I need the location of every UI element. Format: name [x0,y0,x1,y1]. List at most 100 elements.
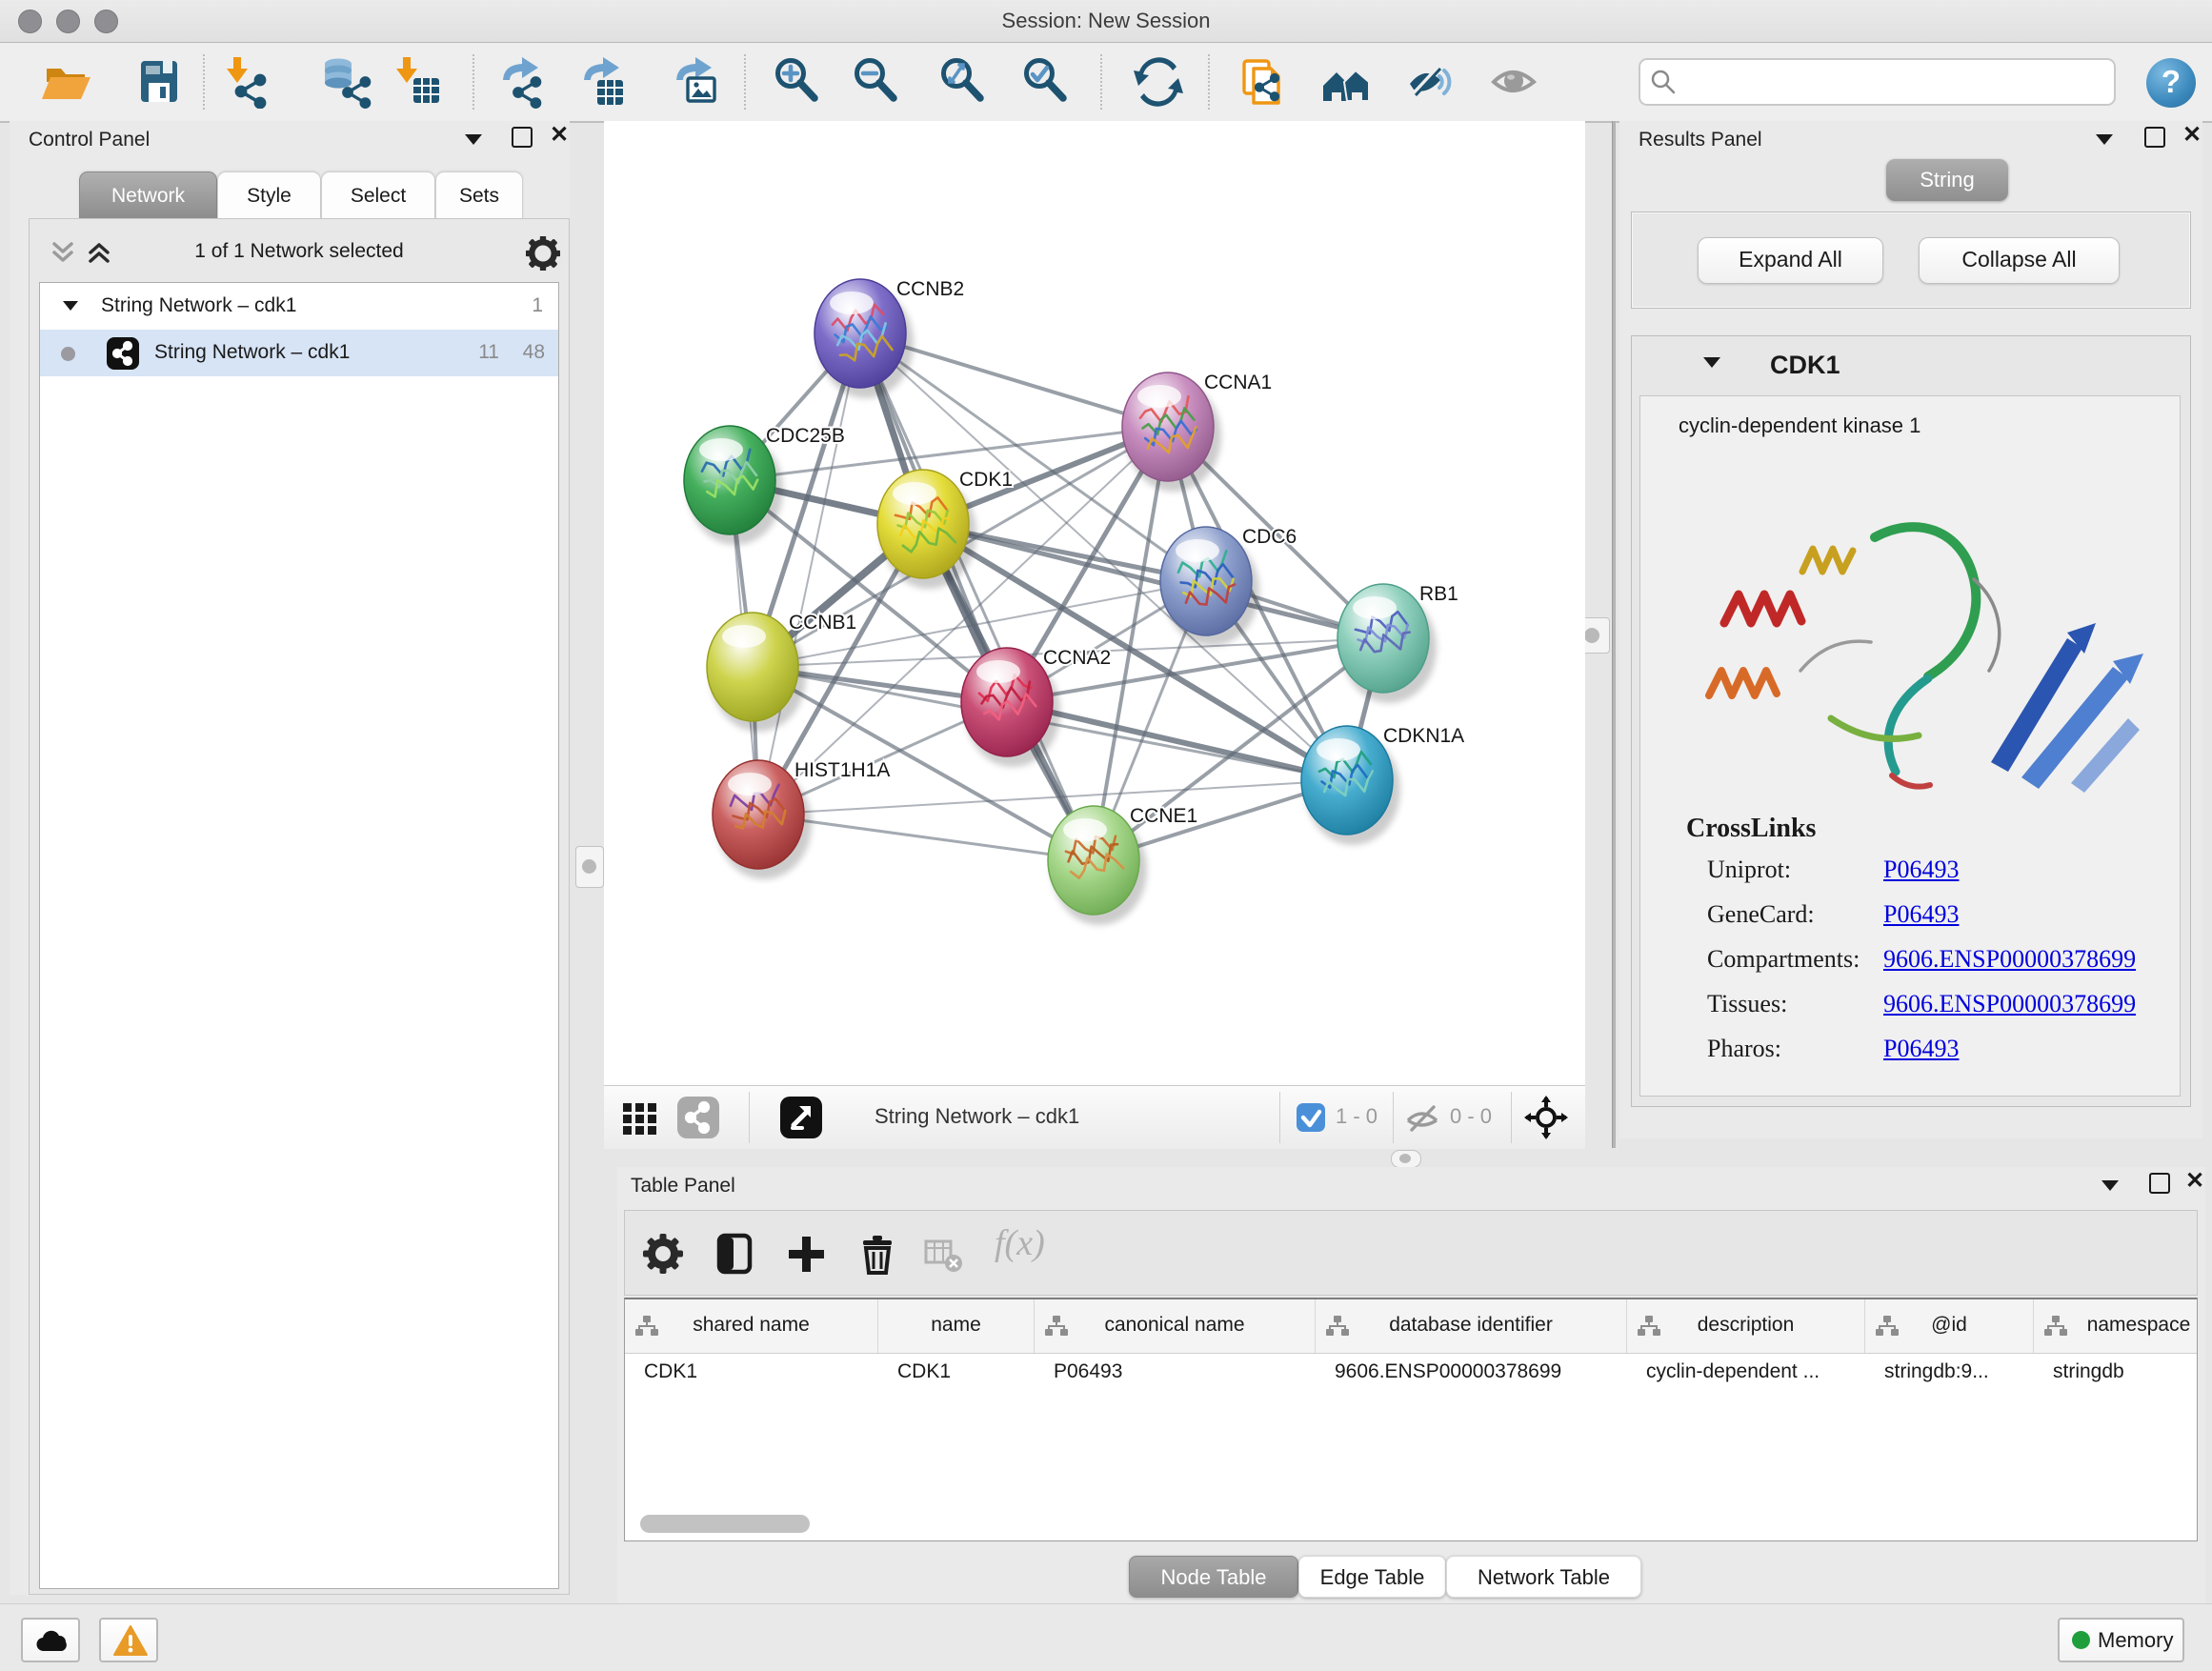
network-node-CCNA2[interactable]: CCNA2 [961,647,1111,767]
table-cell[interactable]: stringdb [2053,1360,2198,1383]
table-panel-float-icon[interactable] [2149,1173,2170,1194]
zoom-out-icon[interactable] [850,55,903,109]
home-icon[interactable] [1319,55,1373,109]
search-input[interactable] [1682,64,2105,98]
results-panel-close-icon[interactable]: ✕ [2182,127,2202,144]
tab-edge-table[interactable]: Edge Table [1298,1556,1446,1598]
control-panel-menu-icon[interactable] [465,134,482,145]
column-header-name[interactable]: name [878,1299,1035,1353]
network-canvas[interactable]: CCNB2CCNA1CDC25BCDK1CDC6RB1CCNB1CCNA2CDK… [604,121,1585,1085]
crosslink-value-link[interactable]: P06493 [1883,856,1959,884]
column-header-shared-name[interactable]: shared name [625,1299,878,1353]
birds-eye-view-icon[interactable] [779,1096,823,1139]
export-network-icon[interactable] [495,55,549,109]
export-image-icon[interactable] [669,55,722,109]
help-button[interactable]: ? [2146,58,2196,108]
node-details-box: CDK1 cyclin-dependent kinase 1 [1631,335,2191,1107]
cdk1-section-header[interactable]: CDK1 [1632,336,2190,393]
hide-graphics-details-icon[interactable] [1404,55,1458,109]
crosslink-row: Compartments:9606.ENSP00000378699 [1640,945,2180,990]
control-panel-float-icon[interactable] [512,127,533,148]
save-session-icon[interactable] [132,55,186,109]
section-collapse-icon[interactable] [1703,357,1720,368]
show-columns-icon[interactable] [713,1232,756,1276]
cytoscape-window: Session: New Session ? Control Panel ✕ N… [0,0,2212,1671]
crosslink-value-link[interactable]: 9606.ENSP00000378699 [1883,945,2136,974]
table-cell[interactable]: CDK1 [644,1360,875,1383]
column-header-database-identifier[interactable]: database identifier [1316,1299,1627,1353]
table-horizontal-scrollbar[interactable] [634,1515,2187,1534]
show-graphics-details-icon[interactable] [1489,55,1542,109]
string-view-icon[interactable] [676,1096,720,1139]
table-cell[interactable]: 9606.ENSP00000378699 [1335,1360,1623,1383]
cloud-icon [33,1626,71,1655]
network-node-CDKN1A[interactable]: CDKN1A [1301,725,1464,845]
column-header-description[interactable]: description [1627,1299,1865,1353]
tab-string[interactable]: String [1886,159,2008,201]
clone-network-icon[interactable] [1235,55,1288,109]
expand-collapse-bar: Expand All Collapse All [1631,211,2191,309]
crosslink-label: GeneCard: [1707,900,1815,929]
network-row[interactable]: String Network – cdk1 11 48 [40,330,558,376]
results-splitter[interactable] [1612,121,1616,1148]
network-node-RB1[interactable]: RB1 [1337,583,1458,703]
network-node-CCNE1[interactable]: CCNE1 [1048,805,1197,925]
memory-label: Memory [2098,1628,2173,1653]
table-cell[interactable]: stringdb:9... [1884,1360,2030,1383]
cloud-button[interactable] [21,1618,80,1662]
table-options-gear-icon[interactable] [641,1232,685,1276]
network-collection-row[interactable]: String Network – cdk1 1 [40,283,558,330]
column-header--id[interactable]: @id [1865,1299,2034,1353]
column-header-namespace[interactable]: namespace [2034,1299,2198,1353]
tab-select[interactable]: Select [321,171,435,219]
network-node-CCNB2[interactable]: CCNB2 [814,278,964,398]
left-splitter-handle[interactable] [575,846,604,888]
zoom-selected-icon[interactable] [1019,55,1073,109]
scrollbar-thumb[interactable] [640,1515,810,1533]
crosslink-value-link[interactable]: P06493 [1883,1035,1959,1063]
network-node-HIST1H1A[interactable]: HIST1H1A [713,759,890,879]
import-network-database-icon[interactable] [319,55,372,109]
delete-column-trash-icon[interactable] [855,1232,899,1276]
memory-button[interactable]: Memory [2058,1618,2184,1662]
selected-checkbox-icon[interactable] [1296,1102,1326,1133]
tab-style[interactable]: Style [217,171,321,219]
table-panel-close-icon[interactable]: ✕ [2185,1173,2204,1190]
table-cell[interactable]: P06493 [1054,1360,1312,1383]
import-network-file-icon[interactable] [220,55,273,109]
collapse-all-button[interactable]: Collapse All [1919,237,2120,284]
network-node-count: 11 [461,341,499,364]
results-panel-float-icon[interactable] [2144,127,2165,148]
table-cell[interactable]: CDK1 [897,1360,1031,1383]
fit-content-crosshair-icon[interactable] [1524,1096,1568,1139]
add-column-icon[interactable] [784,1232,828,1276]
warnings-button[interactable] [99,1618,158,1662]
bottom-splitter-handle[interactable] [1391,1150,1421,1168]
tab-network-table[interactable]: Network Table [1446,1556,1641,1598]
collection-expand-icon[interactable] [63,301,78,311]
refresh-icon[interactable] [1132,55,1185,109]
crosslink-value-link[interactable]: 9606.ENSP00000378699 [1883,990,2136,1018]
network-node-CDC6[interactable]: CDC6 [1160,526,1297,646]
table-cell[interactable]: cyclin-dependent ... [1646,1360,1861,1383]
expand-all-button[interactable]: Expand All [1698,237,1883,284]
grid-view-icon[interactable] [619,1097,661,1139]
crosslink-value-link[interactable]: P06493 [1883,900,1959,929]
zoom-in-icon[interactable] [771,55,824,109]
tab-node-table[interactable]: Node Table [1129,1556,1298,1598]
tab-sets[interactable]: Sets [435,171,523,219]
zoom-fit-icon[interactable] [936,55,990,109]
node-label-CCNB2: CCNB2 [896,278,964,300]
tab-network[interactable]: Network [79,171,217,219]
network-node-CCNA1[interactable]: CCNA1 [1122,372,1272,492]
export-table-icon[interactable] [576,55,630,109]
footer-separator [749,1092,750,1143]
control-panel-close-icon[interactable]: ✕ [550,127,569,144]
node-table[interactable]: shared namenamecanonical namedatabase id… [624,1298,2198,1541]
open-session-icon[interactable] [40,55,93,109]
results-panel-menu-icon[interactable] [2096,134,2113,145]
column-header-canonical-name[interactable]: canonical name [1035,1299,1316,1353]
import-table-icon[interactable] [390,55,443,109]
table-panel-menu-icon[interactable] [2101,1180,2119,1191]
network-options-gear-icon[interactable] [526,236,560,271]
